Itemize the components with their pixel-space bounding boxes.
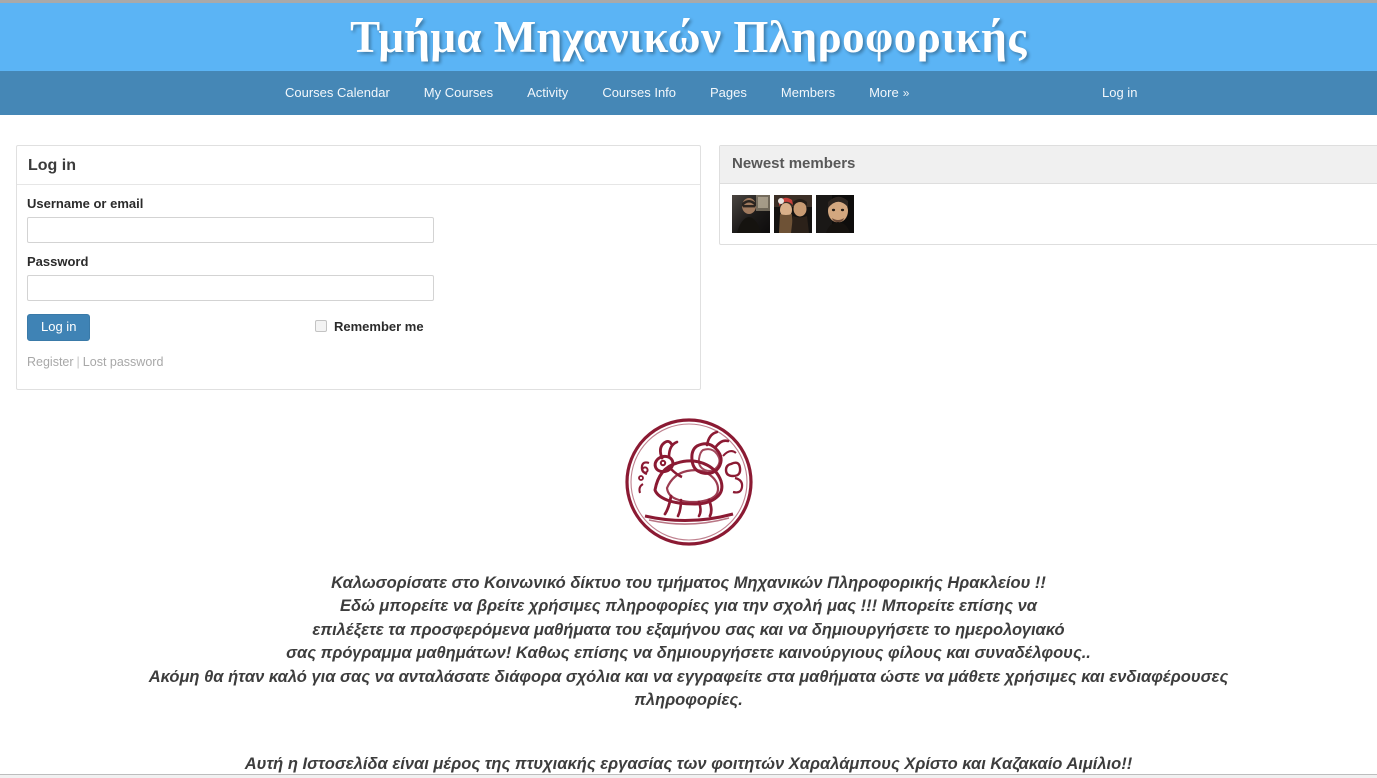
welcome-text-block: Καλωσορίσατε στο Κοινωνικό δίκτυο του τμ…: [0, 572, 1377, 713]
username-label: Username or email: [27, 195, 144, 211]
nav-more-label: More: [869, 85, 899, 100]
remember-me-checkbox[interactable]: [315, 320, 327, 333]
nav-inner: Courses Calendar My Courses Activity Cou…: [0, 71, 1377, 115]
welcome-line-5: Ακόμη θα ήταν καλό για σας να ανταλάσατε…: [148, 667, 1229, 686]
nav-items-list: Courses Calendar My Courses Activity Cou…: [268, 71, 926, 115]
site-banner: Τμήμα Μηχανικών Πληροφορικής: [0, 3, 1377, 71]
remember-me-label: Remember me: [334, 318, 424, 334]
member-avatar-1[interactable]: [732, 194, 770, 233]
nav-item-members[interactable]: Members: [764, 71, 852, 115]
page-body: Log in Username or email Password Log in…: [0, 115, 1377, 778]
password-field-group: Password: [27, 254, 690, 301]
nav-item-pages[interactable]: Pages: [693, 71, 764, 115]
welcome-line-3: επιλέξετε τα προσφερόμενα μαθήματα του ε…: [312, 620, 1065, 639]
newest-members-module: Newest members: [719, 145, 1377, 245]
avatar-photo-1: [732, 194, 770, 233]
nav-item-more[interactable]: More»: [852, 71, 926, 115]
login-module: Log in Username or email Password Log in…: [16, 145, 701, 390]
newest-members-title: Newest members: [732, 155, 856, 172]
login-module-title: Log in: [28, 157, 76, 174]
avatar-photo-2: [774, 194, 812, 233]
aux-separator: |: [76, 354, 80, 369]
remember-me-group[interactable]: Remember me: [315, 319, 424, 334]
member-avatar-2[interactable]: [774, 194, 812, 233]
nav-item-my-courses[interactable]: My Courses: [407, 71, 510, 115]
login-module-header: Log in: [17, 146, 700, 185]
main-navigation: Courses Calendar My Courses Activity Cou…: [0, 71, 1377, 115]
member-avatar-3[interactable]: [816, 194, 854, 233]
credit-text: Αυτή η Ιστοσελίδα είναι μέρος της πτυχια…: [244, 755, 1133, 773]
department-seal: [619, 412, 759, 557]
register-link[interactable]: Register: [27, 355, 74, 369]
site-title: Τμήμα Μηχανικών Πληροφορικής: [350, 11, 1027, 62]
newest-members-body: [720, 184, 1377, 244]
nav-login-link[interactable]: Log in: [1088, 71, 1151, 115]
seal-container: [0, 412, 1377, 557]
nav-item-courses-info[interactable]: Courses Info: [585, 71, 693, 115]
login-module-body: Username or email Password Log in Rememb…: [17, 185, 700, 379]
password-input[interactable]: [27, 274, 434, 301]
login-aux-links: Register | Lost password: [27, 355, 690, 369]
avatar-photo-3: [816, 194, 854, 233]
newest-members-header: Newest members: [720, 146, 1377, 184]
welcome-line-1: Καλωσορίσατε στο Κοινωνικό δίκτυο του τμ…: [331, 574, 1046, 592]
member-avatar-strip: [732, 194, 1377, 233]
nav-item-courses-calendar[interactable]: Courses Calendar: [268, 71, 407, 115]
password-label: Password: [27, 253, 89, 269]
login-action-row: Log in Remember me: [27, 313, 690, 344]
welcome-line-4: σας πρόγραμμα μαθημάτων! Καθως επίσης να…: [286, 644, 1091, 663]
login-submit-button[interactable]: Log in: [27, 313, 91, 341]
lost-password-link[interactable]: Lost password: [83, 355, 164, 369]
welcome-line-6: πληροφορίες.: [634, 691, 743, 710]
username-input[interactable]: [27, 216, 434, 243]
welcome-line-2: Εδώ μπορείτε να βρείτε χρήσιμες πληροφορ…: [340, 597, 1037, 616]
nav-item-activity[interactable]: Activity: [510, 71, 585, 115]
tei-crete-seal-icon: [624, 418, 753, 546]
double-chevron-right-icon: »: [902, 86, 910, 100]
username-field-group: Username or email: [27, 196, 690, 243]
